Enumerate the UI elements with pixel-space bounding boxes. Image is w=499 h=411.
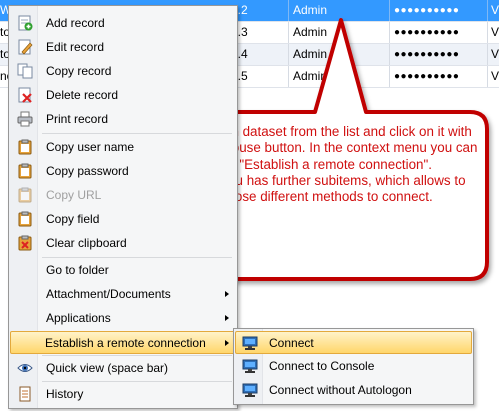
menu-separator: [42, 133, 232, 134]
clear-clipboard-icon: [18, 235, 32, 251]
edit-record-icon: [18, 39, 33, 55]
cell-password: ●●●●●●●●●●: [394, 49, 460, 60]
menu-label: Copy password: [46, 164, 129, 178]
cell-password: ●●●●●●●●●●: [394, 5, 460, 16]
menu-item-print-record[interactable]: Print record: [11, 108, 235, 130]
menu-item-history[interactable]: History: [11, 383, 235, 405]
menu-label: Establish a remote connection: [45, 336, 206, 350]
cell-ip: 1.2: [231, 3, 248, 17]
submenu-item-connect-without-autologon[interactable]: Connect without Autologon: [236, 379, 471, 401]
submenu-item-connect[interactable]: Connect: [235, 331, 472, 354]
printer-icon: [17, 111, 33, 127]
menu-label: Copy field: [46, 212, 100, 226]
menu-separator: [42, 381, 232, 382]
submenu-label: Connect: [269, 336, 314, 350]
menu-label: Copy user name: [46, 140, 135, 154]
submenu-label: Connect to Console: [269, 359, 375, 373]
delete-record-icon: [18, 87, 32, 103]
menu-label: Print record: [46, 112, 109, 126]
menu-label: Go to folder: [46, 263, 109, 277]
menu-label: Quick view (space bar): [46, 361, 169, 375]
menu-label: Copy record: [46, 64, 112, 78]
submenu-arrow-icon: [225, 315, 229, 321]
menu-item-add-record[interactable]: Add record: [11, 12, 235, 34]
menu-item-quick-view[interactable]: Quick view (space bar): [11, 357, 235, 379]
submenu-arrow-icon: [225, 340, 229, 346]
menu-separator: [42, 355, 232, 356]
menu-item-copy-record[interactable]: Copy record: [11, 60, 235, 82]
eye-icon: [17, 364, 33, 372]
menu-item-copy-field[interactable]: Copy field: [11, 208, 235, 230]
menu-item-attachment-documents[interactable]: Attachment/Documents: [11, 283, 235, 305]
cell-extra: V: [491, 25, 499, 39]
cell-extra: V: [491, 3, 499, 17]
menu-label: Clear clipboard: [46, 236, 127, 250]
history-icon: [19, 386, 31, 402]
menu-item-go-to-folder[interactable]: Go to folder: [11, 259, 235, 281]
menu-item-clear-clipboard[interactable]: Clear clipboard: [11, 232, 235, 254]
submenu-label: Connect without Autologon: [269, 383, 412, 397]
copy-record-icon: [17, 63, 33, 79]
submenu-arrow-icon: [225, 291, 229, 297]
monitor-icon: [242, 336, 258, 350]
menu-label: Attachment/Documents: [46, 287, 171, 301]
cell-ip: 1.5: [231, 69, 248, 83]
menu-label: Copy URL: [46, 188, 102, 202]
cell-password: ●●●●●●●●●●: [394, 71, 460, 82]
context-menu: Add record Edit record Copy record Delet…: [8, 5, 238, 409]
menu-item-copy-url: Copy URL: [11, 184, 235, 206]
menu-item-applications[interactable]: Applications: [11, 307, 235, 329]
menu-item-copy-password[interactable]: Copy password: [11, 160, 235, 182]
menu-label: History: [46, 387, 84, 401]
cell-user: Admin: [293, 3, 328, 17]
add-record-icon: [18, 15, 33, 31]
remote-connection-submenu: Connect Connect to Console Connect witho…: [233, 328, 474, 405]
cell-ip: 1.4: [231, 47, 248, 61]
menu-item-delete-record[interactable]: Delete record: [11, 84, 235, 106]
cell-user: Admin: [293, 69, 328, 83]
monitor-icon: [242, 383, 258, 397]
menu-separator: [42, 257, 232, 258]
menu-item-edit-record[interactable]: Edit record: [11, 36, 235, 58]
menu-label: Add record: [46, 16, 105, 30]
submenu-item-connect-to-console[interactable]: Connect to Console: [236, 355, 471, 377]
menu-item-establish-remote-connection[interactable]: Establish a remote connection: [10, 331, 236, 354]
cell-user: Admin: [293, 47, 328, 61]
clipboard-icon: [18, 139, 32, 155]
clipboard-icon: [18, 187, 32, 203]
menu-label: Edit record: [46, 40, 105, 54]
cell-extra: V: [491, 47, 499, 61]
monitor-icon: [242, 359, 258, 373]
menu-label: Applications: [46, 311, 111, 325]
cell-extra: V: [491, 69, 499, 83]
cell-password: ●●●●●●●●●●: [394, 27, 460, 38]
menu-label: Delete record: [46, 88, 119, 102]
clipboard-icon: [18, 163, 32, 179]
menu-item-copy-user-name[interactable]: Copy user name: [11, 136, 235, 158]
cell-user: Admin: [293, 25, 328, 39]
cell-ip: 1.3: [231, 25, 248, 39]
clipboard-icon: [18, 211, 32, 227]
